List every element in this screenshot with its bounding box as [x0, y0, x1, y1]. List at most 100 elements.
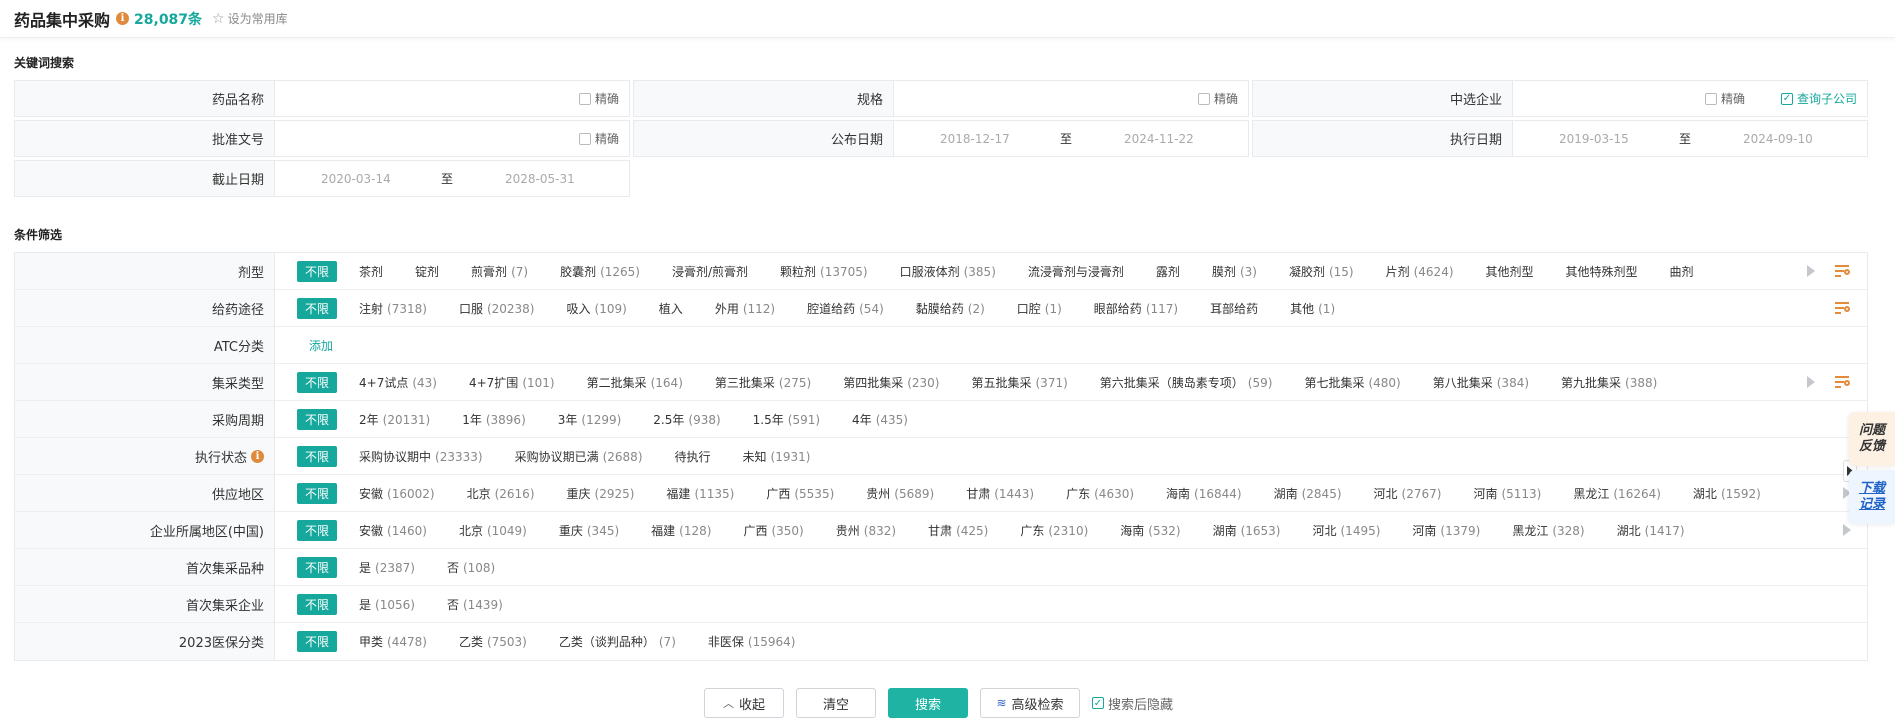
- filter-option[interactable]: 河北 (1495): [1312, 522, 1380, 539]
- filter-option[interactable]: 是 (2387): [359, 559, 415, 576]
- atc-add-link[interactable]: 添加: [309, 337, 333, 354]
- filter-option[interactable]: 黏膜给药 (2): [916, 300, 985, 317]
- filter-option[interactable]: 河南 (5113): [1473, 485, 1541, 502]
- info-icon[interactable]: i: [116, 12, 130, 25]
- filter-search-icon[interactable]: [1835, 375, 1851, 389]
- spec-input[interactable]: [900, 83, 1180, 114]
- filter-option[interactable]: 口腔 (1): [1017, 300, 1062, 317]
- filter-option[interactable]: 口服液体剂 (385): [900, 263, 996, 280]
- filter-option[interactable]: 福建 (1135): [666, 485, 734, 502]
- collapse-button[interactable]: ︿ 收起: [704, 688, 784, 718]
- deadline-to[interactable]: 2028-05-31: [505, 172, 575, 186]
- filter-option[interactable]: 凝胶剂 (15): [1289, 263, 1354, 280]
- filter-option[interactable]: 海南 (16844): [1166, 485, 1242, 502]
- filter-option[interactable]: 甘肃 (425): [928, 522, 988, 539]
- query-subsidiary-checkbox[interactable]: ✓ 查询子公司: [1780, 90, 1857, 107]
- filter-search-icon[interactable]: [1835, 301, 1851, 315]
- filter-option[interactable]: 采购协议期中 (23333): [359, 448, 483, 465]
- filter-option[interactable]: 胶囊剂 (1265): [560, 263, 640, 280]
- filter-option[interactable]: 待执行: [675, 448, 711, 465]
- feedback-button[interactable]: 问题反馈: [1849, 412, 1895, 466]
- filter-all-tag[interactable]: 不限: [297, 371, 338, 393]
- search-button[interactable]: 搜索: [888, 688, 968, 718]
- drug-name-exact-checkbox[interactable]: 精确: [578, 90, 619, 107]
- filter-option[interactable]: 4年 (435): [852, 411, 908, 428]
- filter-option[interactable]: 北京 (1049): [459, 522, 527, 539]
- filter-option[interactable]: 甲类 (4478): [359, 633, 427, 650]
- filter-option[interactable]: 露剂: [1156, 263, 1180, 280]
- filter-option[interactable]: 福建 (128): [651, 522, 711, 539]
- filter-option[interactable]: 广西 (5535): [766, 485, 834, 502]
- filter-all-tag[interactable]: 不限: [297, 260, 338, 282]
- filter-option[interactable]: 北京 (2616): [467, 485, 535, 502]
- filter-all-tag[interactable]: 不限: [297, 519, 338, 541]
- filter-option[interactable]: 湖北 (1417): [1617, 522, 1685, 539]
- filter-option[interactable]: 贵州 (832): [836, 522, 896, 539]
- winner-exact-checkbox[interactable]: 精确: [1704, 90, 1745, 107]
- filter-option[interactable]: 甘肃 (1443): [966, 485, 1034, 502]
- info-icon[interactable]: i: [251, 449, 264, 463]
- exec-date-from[interactable]: 2019-03-15: [1559, 132, 1629, 146]
- filter-option[interactable]: 第二批集采 (164): [587, 374, 683, 391]
- filter-option[interactable]: 茶剂: [359, 263, 383, 280]
- filter-option[interactable]: 1.5年 (591): [753, 411, 820, 428]
- filter-option[interactable]: 耳部给药: [1210, 300, 1258, 317]
- filter-option[interactable]: 采购协议期已满 (2688): [515, 448, 643, 465]
- filter-option[interactable]: 黑龙江 (328): [1512, 522, 1584, 539]
- filter-option[interactable]: 曲剂: [1670, 263, 1694, 280]
- filter-option[interactable]: 乙类（谈判品种） (7): [559, 633, 676, 650]
- filter-option[interactable]: 否 (108): [447, 559, 495, 576]
- publish-date-from[interactable]: 2018-12-17: [940, 132, 1010, 146]
- filter-option[interactable]: 浸膏剂/煎膏剂: [672, 263, 748, 280]
- approval-exact-checkbox[interactable]: 精确: [578, 130, 619, 147]
- filter-option[interactable]: 是 (1056): [359, 596, 415, 613]
- expand-arrow-icon[interactable]: [1807, 376, 1815, 388]
- filter-option[interactable]: 煎膏剂 (7): [471, 263, 528, 280]
- filter-option[interactable]: 第三批集采 (275): [715, 374, 811, 391]
- download-records-button[interactable]: 下载记录: [1849, 470, 1895, 524]
- filter-option[interactable]: 湖北 (1592): [1693, 485, 1761, 502]
- filter-all-tag[interactable]: 不限: [297, 593, 338, 615]
- filter-all-tag[interactable]: 不限: [297, 297, 338, 319]
- filter-option[interactable]: 湖南 (1653): [1213, 522, 1281, 539]
- filter-all-tag[interactable]: 不限: [297, 631, 338, 652]
- filter-option[interactable]: 吸入 (109): [567, 300, 627, 317]
- filter-option[interactable]: 3年 (1299): [558, 411, 622, 428]
- filter-option[interactable]: 2.5年 (938): [653, 411, 720, 428]
- publish-date-to[interactable]: 2024-11-22: [1124, 132, 1194, 146]
- filter-option[interactable]: 其他特殊剂型: [1566, 263, 1638, 280]
- filter-option[interactable]: 安徽 (16002): [359, 485, 435, 502]
- filter-option[interactable]: 未知 (1931): [743, 448, 811, 465]
- filter-option[interactable]: 第九批集采 (388): [1561, 374, 1657, 391]
- filter-option[interactable]: 2年 (20131): [359, 411, 430, 428]
- filter-option[interactable]: 注射 (7318): [359, 300, 427, 317]
- filter-option[interactable]: 第七批集采 (480): [1304, 374, 1400, 391]
- filter-option[interactable]: 片剂 (4624): [1386, 263, 1454, 280]
- filter-option[interactable]: 广西 (350): [743, 522, 803, 539]
- winner-input[interactable]: [1519, 83, 1699, 114]
- filter-option[interactable]: 河北 (2767): [1374, 485, 1442, 502]
- filter-option[interactable]: 其他 (1): [1290, 300, 1335, 317]
- expand-arrow-icon[interactable]: [1807, 265, 1815, 277]
- advanced-search-button[interactable]: ≋ 高级检索: [980, 688, 1080, 718]
- filter-option[interactable]: 第八批集采 (384): [1433, 374, 1529, 391]
- filter-option[interactable]: 外用 (112): [715, 300, 775, 317]
- filter-option[interactable]: 膜剂 (3): [1212, 263, 1257, 280]
- expand-arrow-icon[interactable]: [1843, 524, 1851, 536]
- filter-option[interactable]: 4+7扩围 (101): [469, 374, 555, 391]
- clear-button[interactable]: 清空: [796, 688, 876, 718]
- filter-option[interactable]: 重庆 (2925): [567, 485, 635, 502]
- filter-option[interactable]: 广东 (2310): [1020, 522, 1088, 539]
- filter-option[interactable]: 贵州 (5689): [866, 485, 934, 502]
- filter-option[interactable]: 其他剂型: [1486, 263, 1534, 280]
- filter-option[interactable]: 植入: [659, 300, 683, 317]
- deadline-from[interactable]: 2020-03-14: [321, 172, 391, 186]
- filter-option[interactable]: 1年 (3896): [462, 411, 526, 428]
- filter-option[interactable]: 乙类 (7503): [459, 633, 527, 650]
- filter-option[interactable]: 河南 (1379): [1412, 522, 1480, 539]
- spec-exact-checkbox[interactable]: 精确: [1197, 90, 1238, 107]
- filter-search-icon[interactable]: [1835, 264, 1851, 278]
- filter-option[interactable]: 4+7试点 (43): [359, 374, 437, 391]
- filter-all-tag[interactable]: 不限: [297, 445, 338, 467]
- filter-option[interactable]: 黑龙江 (16264): [1573, 485, 1661, 502]
